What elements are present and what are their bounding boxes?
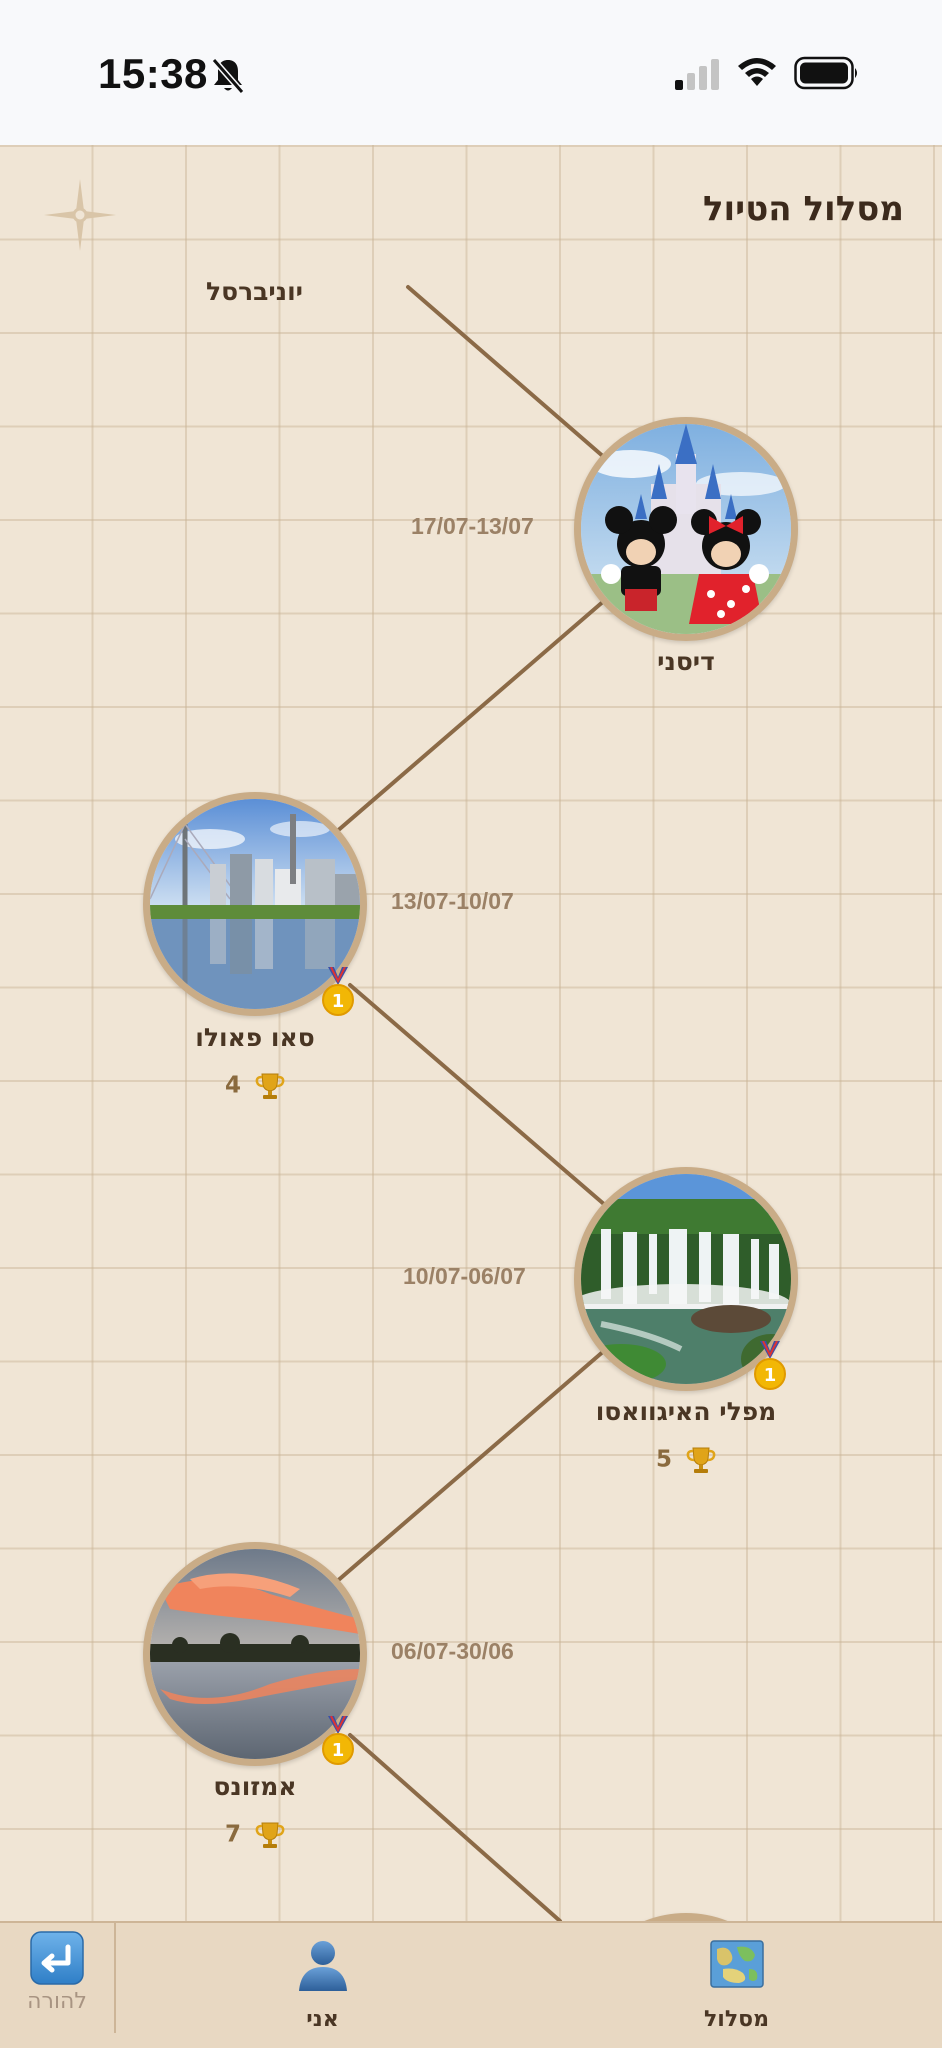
trophy-count-sao-paulo: 4: [105, 1071, 405, 1101]
person-icon: [299, 1941, 347, 1991]
wifi-icon: [738, 58, 776, 86]
svg-text:1: 1: [332, 991, 345, 1012]
stop-dates-iguazu-falls: 10/07-06/07: [403, 1263, 526, 1289]
trophy-count: 4: [224, 1072, 241, 1099]
trophy-count-iguazu-falls: 5: [536, 1445, 836, 1475]
map-icon: [710, 1940, 764, 1988]
bottom-tab-bar: להורה אני מסלול: [0, 1921, 942, 2048]
route-map[interactable]: מסלול הטיול יוניברסל 17/07-13/07 דיסני 1…: [0, 145, 942, 1921]
stop-name-disney: דיסני: [657, 647, 715, 676]
status-time: 15:38: [98, 50, 208, 97]
svg-text:1: 1: [332, 1740, 345, 1761]
stop-name-universal: יוניברסל: [206, 277, 304, 306]
trophy-icon: [255, 1822, 285, 1848]
stop-dates-amazon: 06/07-30/06: [391, 1638, 514, 1664]
compass-icon[interactable]: [44, 179, 116, 251]
battery-icon: [794, 56, 857, 90]
trophy-count: 7: [224, 1821, 241, 1848]
tab-me[interactable]: אני: [240, 1923, 405, 2048]
trophy-count: 5: [655, 1446, 672, 1473]
bell-muted-icon: [211, 58, 245, 94]
tab-me-label: אני: [306, 2007, 339, 2032]
stop-dates-sao-paulo: 13/07-10/07: [391, 888, 514, 914]
svg-text:1: 1: [764, 1365, 777, 1386]
tab-route[interactable]: מסלול: [654, 1923, 819, 2048]
stop-photo-disney[interactable]: [574, 417, 798, 641]
trophy-count-amazon: 7: [105, 1820, 405, 1850]
page-title: מסלול הטיול: [702, 189, 904, 229]
medal-icon: 1: [322, 1716, 354, 1765]
stop-dates-disney: 17/07-13/07: [411, 513, 534, 539]
trophy-icon: [686, 1447, 716, 1473]
tab-divider: [114, 1923, 116, 2033]
stop-name-iguazu-falls: מפלי האיגוואסו: [595, 1397, 777, 1426]
tab-back-to-parent[interactable]: להורה: [0, 1923, 114, 2048]
return-arrow-icon: [30, 1931, 84, 1985]
medal-icon: 1: [754, 1341, 786, 1390]
medal-icon: 1: [322, 967, 354, 1016]
stop-name-sao-paulo: סאו פאולו: [195, 1023, 315, 1052]
trophy-icon: [255, 1073, 285, 1099]
cellular-signal-icon: [675, 59, 719, 90]
status-bar: 15:38: [0, 0, 942, 145]
tab-route-label: מסלול: [703, 2007, 770, 2032]
tab-back-label: להורה: [27, 1989, 87, 2014]
stop-name-amazon: אמזונס: [213, 1772, 297, 1801]
